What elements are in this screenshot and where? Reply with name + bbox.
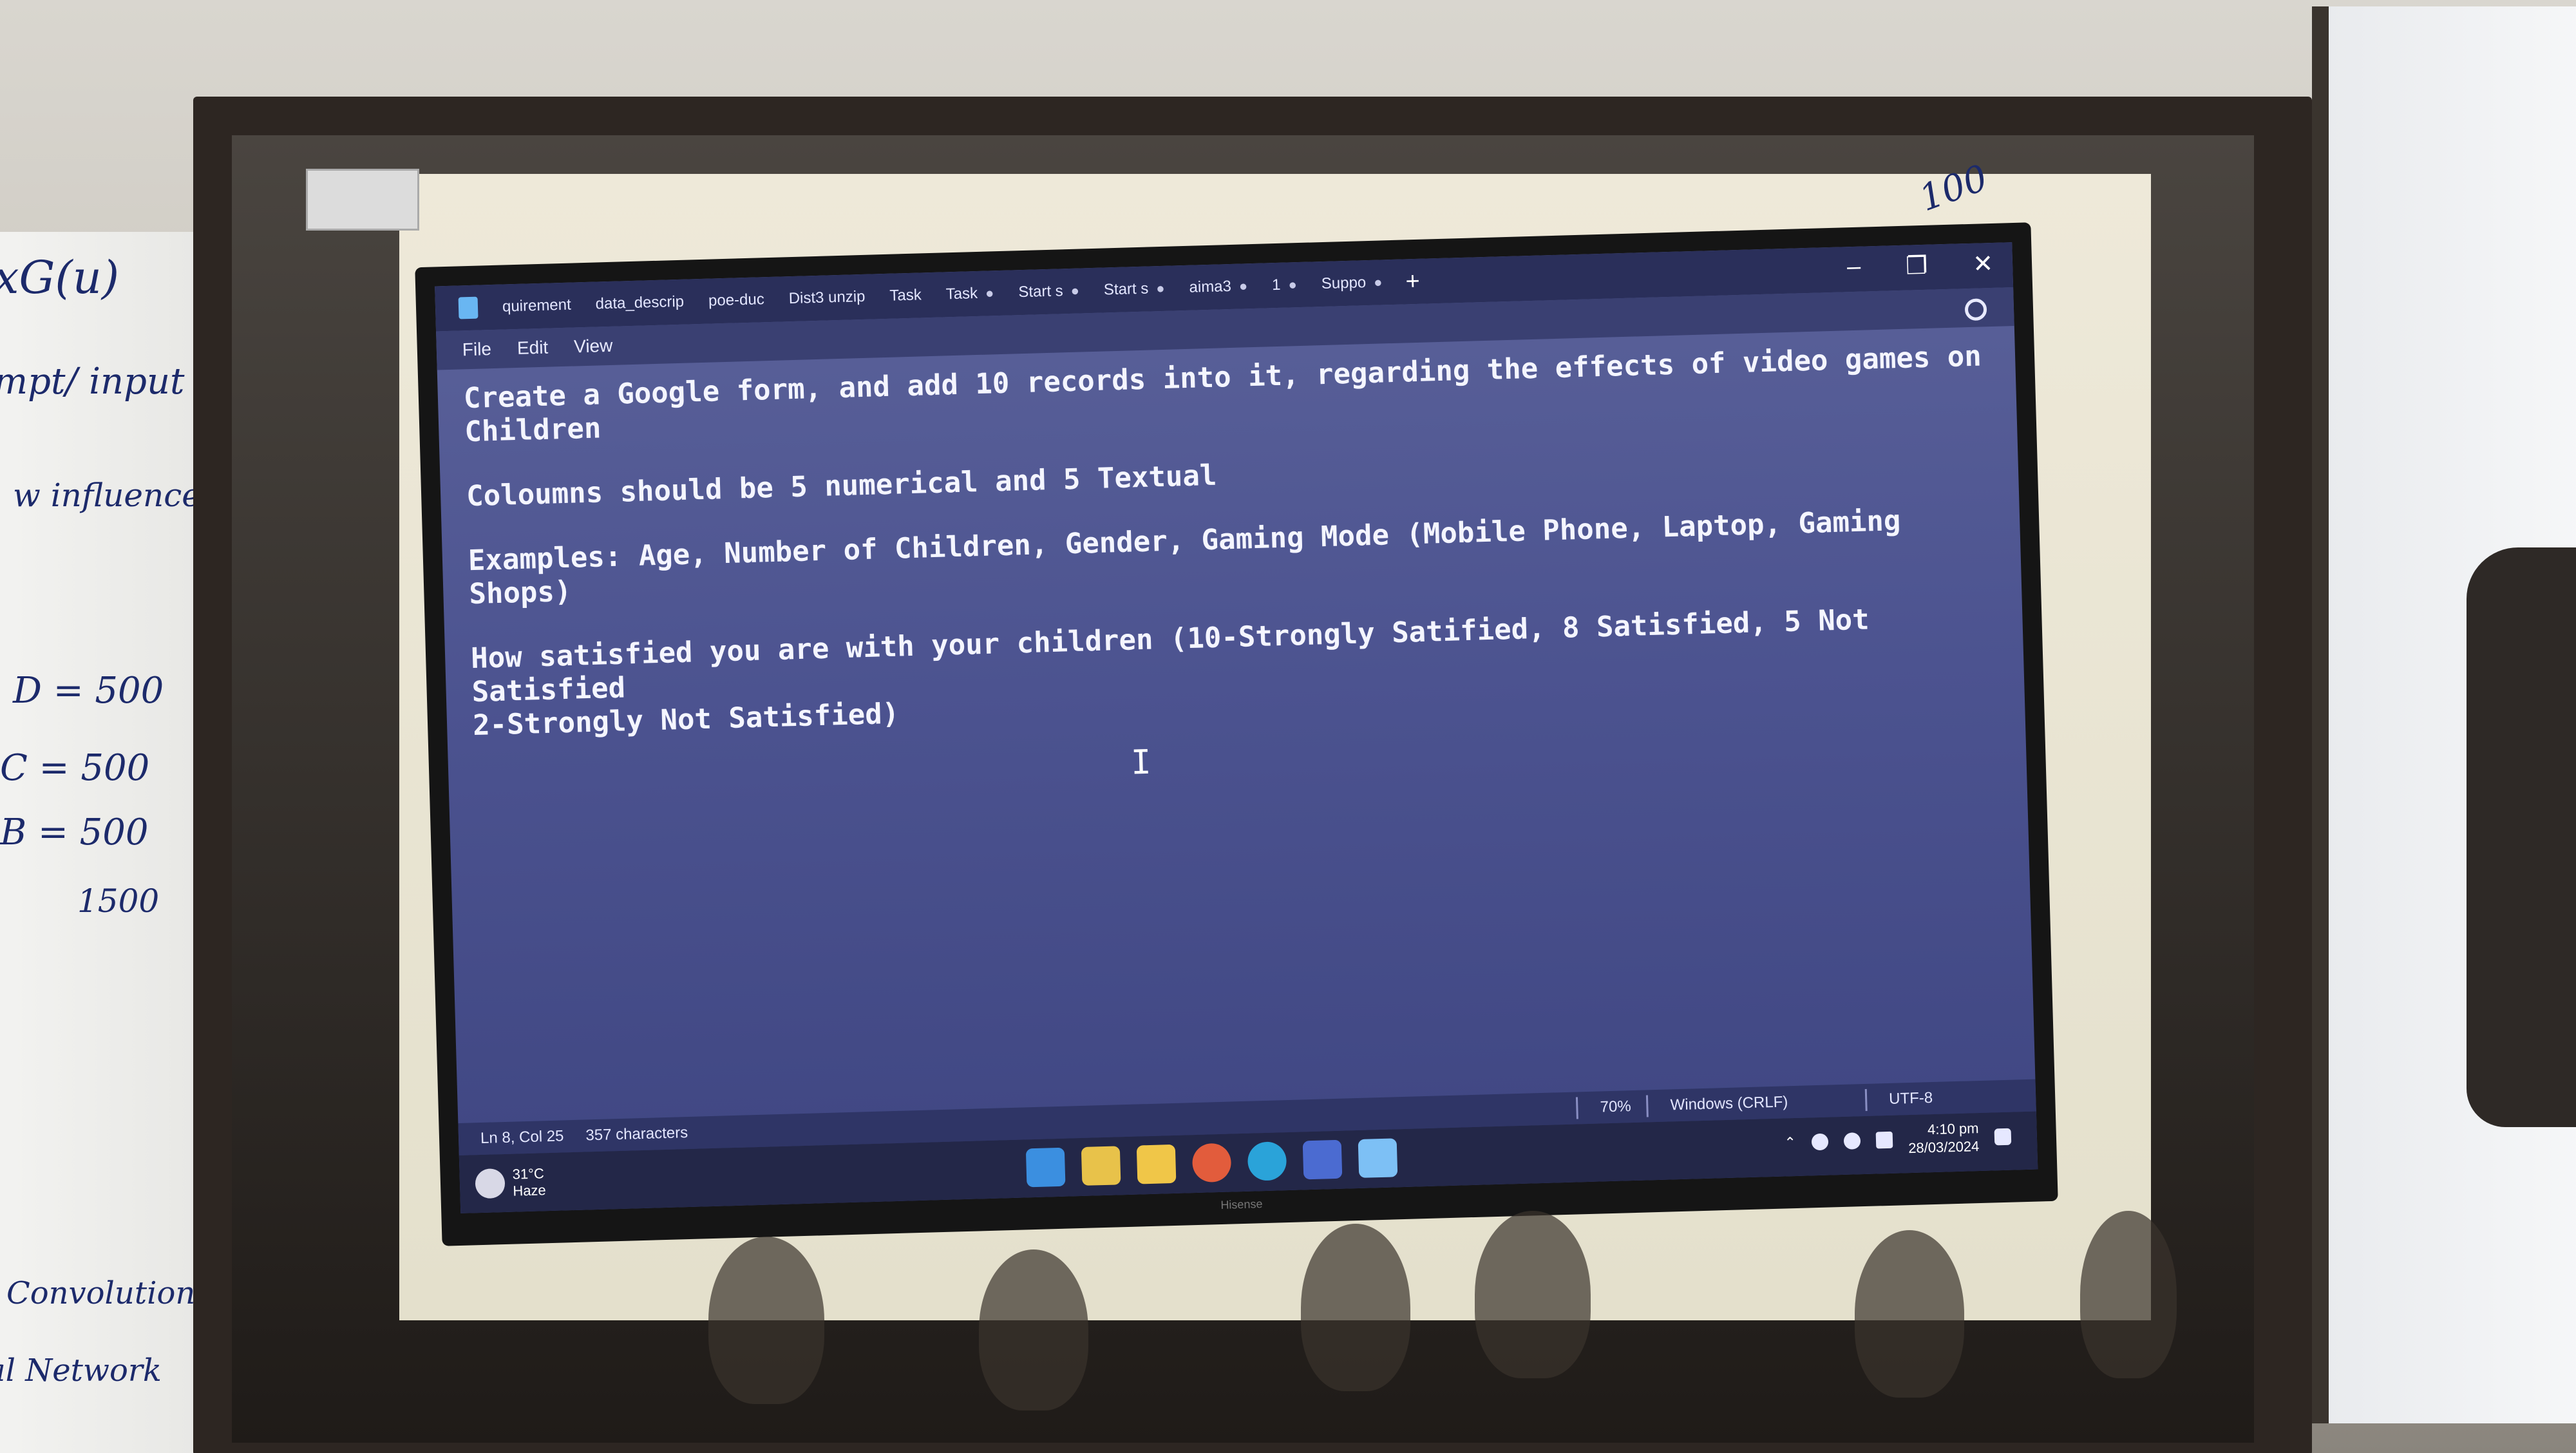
copilot-icon[interactable] xyxy=(1081,1146,1121,1186)
cursor-position: Ln 8, Col 25 xyxy=(480,1127,564,1148)
whiteboard-text: xG(u) xyxy=(0,251,120,304)
status-divider xyxy=(1576,1097,1579,1119)
unsaved-dot-icon: ● xyxy=(1288,276,1298,293)
whiteboard-text: C = 500 xyxy=(0,747,150,789)
menu-file[interactable]: File xyxy=(462,339,491,360)
notification-icon[interactable] xyxy=(1994,1128,2012,1146)
classroom-scene: xG(u) mpt/ input w influence D = 500 C =… xyxy=(0,0,2576,1453)
person-head xyxy=(979,1249,1088,1410)
whiteboard-text: al Network xyxy=(0,1353,162,1389)
menu-view[interactable]: View xyxy=(574,336,613,357)
chevron-up-icon[interactable]: ⌃ xyxy=(1784,1134,1796,1152)
whiteboard-text: Convolution xyxy=(6,1275,196,1311)
volume-icon[interactable] xyxy=(1843,1132,1861,1150)
whiteboard-text: D = 500 xyxy=(13,670,164,712)
chrome-icon[interactable] xyxy=(1191,1143,1232,1183)
unsaved-dot-icon: ● xyxy=(1070,282,1080,299)
editor-line: Examples: Age, Number of Children, Gende… xyxy=(468,504,1918,611)
screen: quirement data_descrip poe-duc Dist3 unz… xyxy=(435,242,2038,1213)
qr-sticker xyxy=(306,169,419,231)
person-head xyxy=(708,1237,824,1404)
clock-date: 28/03/2024 xyxy=(1908,1138,1980,1157)
whiteboard-text: w influence xyxy=(13,477,201,514)
tab[interactable]: Task xyxy=(889,286,922,305)
tab[interactable]: Dist3 unzip xyxy=(788,288,865,308)
edge-icon[interactable] xyxy=(1247,1141,1287,1181)
whiteboard-text: B = 500 xyxy=(0,812,149,853)
tab[interactable]: 1 xyxy=(1272,276,1281,294)
file-explorer-icon[interactable] xyxy=(1136,1144,1177,1184)
battery-icon[interactable] xyxy=(1875,1131,1893,1149)
store-icon[interactable] xyxy=(1302,1139,1343,1180)
clock-time: 4:10 pm xyxy=(1927,1120,1979,1138)
editor-line: How satisfied you are with your children… xyxy=(470,602,1887,743)
tab[interactable]: quirement xyxy=(502,296,571,316)
editor-line: Coloumns should be 5 numerical and 5 Tex… xyxy=(466,459,1218,513)
tab[interactable]: Start s xyxy=(1018,282,1063,301)
system-tray: ⌃ 4:10 pm 28/03/2024 xyxy=(1784,1119,2012,1161)
network-icon[interactable] xyxy=(1811,1133,1829,1151)
character-count: 357 characters xyxy=(585,1124,688,1144)
taskbar-apps xyxy=(1025,1138,1398,1188)
start-icon[interactable] xyxy=(1025,1147,1066,1188)
weather-desc: Haze xyxy=(513,1182,547,1199)
weather-widget[interactable]: 31°C Haze xyxy=(475,1165,546,1201)
maximize-icon[interactable]: ❐ xyxy=(1906,251,1928,281)
clock[interactable]: 4:10 pm 28/03/2024 xyxy=(1908,1119,1980,1157)
notepad-taskbar-icon[interactable] xyxy=(1358,1138,1398,1178)
new-tab-icon[interactable]: + xyxy=(1405,267,1420,296)
standing-person xyxy=(2467,547,2576,1127)
tab[interactable]: poe-duc xyxy=(708,290,764,310)
status-divider xyxy=(1864,1088,1868,1111)
whiteboard-text: mpt/ input xyxy=(0,361,185,403)
unsaved-dot-icon: ● xyxy=(1155,280,1165,297)
line-ending[interactable]: Windows (CRLF) xyxy=(1670,1093,1788,1114)
weather-icon xyxy=(475,1168,506,1199)
person-head xyxy=(1855,1230,1964,1398)
minimize-icon[interactable]: – xyxy=(1846,253,1861,283)
tab[interactable]: data_descrip xyxy=(595,293,684,314)
audience xyxy=(580,1211,2190,1453)
unsaved-dot-icon: ● xyxy=(1373,274,1383,290)
status-divider xyxy=(1646,1095,1649,1117)
notepad-icon xyxy=(458,296,478,319)
gear-icon[interactable] xyxy=(1964,298,1987,321)
person-head xyxy=(1475,1211,1591,1378)
tab[interactable]: Suppo xyxy=(1321,274,1366,293)
person-head xyxy=(1301,1224,1410,1391)
tv-brand-logo: Hisense xyxy=(1220,1197,1263,1211)
weather-temp: 31°C xyxy=(512,1165,545,1182)
unsaved-dot-icon: ● xyxy=(985,285,994,301)
text-cursor-icon: I xyxy=(1130,743,1152,783)
person-head xyxy=(2080,1211,2177,1378)
tab[interactable]: Start s xyxy=(1104,280,1149,299)
text-editor[interactable]: Create a Google form, and add 10 records… xyxy=(463,339,2009,1123)
whiteboard-text: 1500 xyxy=(77,882,160,920)
unsaved-dot-icon: ● xyxy=(1238,278,1248,294)
tv-monitor: quirement data_descrip poe-duc Dist3 unz… xyxy=(415,222,2058,1246)
tab[interactable]: Task xyxy=(945,285,978,303)
zoom-level[interactable]: 70% xyxy=(1600,1097,1631,1116)
window-controls: – ❐ ✕ xyxy=(1846,249,1993,282)
encoding[interactable]: UTF-8 xyxy=(1889,1089,1933,1108)
tab[interactable]: aima3 xyxy=(1189,278,1231,297)
menu-edit[interactable]: Edit xyxy=(517,337,549,359)
close-icon[interactable]: ✕ xyxy=(1973,249,1994,279)
